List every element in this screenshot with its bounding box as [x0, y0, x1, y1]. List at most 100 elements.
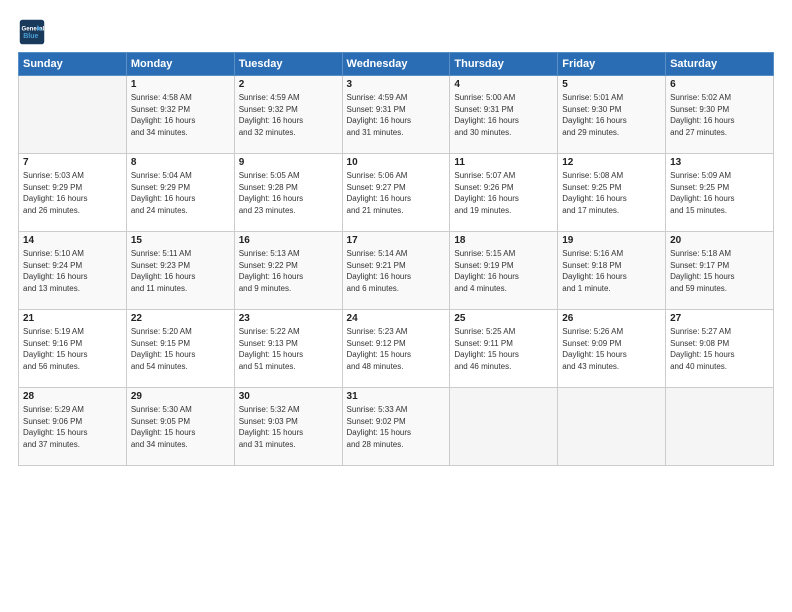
day-number: 6: [670, 79, 769, 90]
calendar-cell: [558, 388, 666, 466]
calendar-cell: 14 Sunrise: 5:10 AM Sunset: 9:24 PM Dayli…: [19, 232, 127, 310]
day-info: Sunrise: 5:07 AM Sunset: 9:26 PM Dayligh…: [454, 170, 553, 216]
calendar-cell: [19, 76, 127, 154]
header-cell-friday: Friday: [558, 53, 666, 76]
day-number: 1: [131, 79, 230, 90]
day-info: Sunrise: 5:14 AM Sunset: 9:21 PM Dayligh…: [347, 248, 446, 294]
calendar-cell: 21 Sunrise: 5:19 AM Sunset: 9:16 PM Dayli…: [19, 310, 127, 388]
calendar-cell: 13Sunrise: 5:09 AM Sunset: 9:25 PM Dayli…: [666, 154, 774, 232]
calendar-cell: 12Sunrise: 5:08 AM Sunset: 9:25 PM Dayli…: [558, 154, 666, 232]
day-info: Sunrise: 5:30 AM Sunset: 9:05 PM Dayligh…: [131, 404, 230, 450]
day-number: 3: [347, 79, 446, 90]
day-info: Sunrise: 5:18 AM Sunset: 9:17 PM Dayligh…: [670, 248, 769, 294]
day-number: 23: [239, 313, 338, 324]
calendar-cell: 7 Sunrise: 5:03 AM Sunset: 9:29 PM Daylig…: [19, 154, 127, 232]
calendar-cell: 31Sunrise: 5:33 AM Sunset: 9:02 PM Dayli…: [342, 388, 450, 466]
day-info: Sunrise: 5:11 AM Sunset: 9:23 PM Dayligh…: [131, 248, 230, 294]
calendar-cell: 24 Sunrise: 5:23 AM Sunset: 9:12 PM Dayli…: [342, 310, 450, 388]
calendar-cell: 26 Sunrise: 5:26 AM Sunset: 9:09 PM Dayli…: [558, 310, 666, 388]
day-number: 26: [562, 313, 661, 324]
day-number: 19: [562, 235, 661, 246]
day-info: Sunrise: 5:15 AM Sunset: 9:19 PM Dayligh…: [454, 248, 553, 294]
day-info: Sunrise: 5:29 AM Sunset: 9:06 PM Dayligh…: [23, 404, 122, 450]
day-number: 22: [131, 313, 230, 324]
day-info: Sunrise: 5:19 AM Sunset: 9:16 PM Dayligh…: [23, 326, 122, 372]
day-info: Sunrise: 5:04 AM Sunset: 9:29 PM Dayligh…: [131, 170, 230, 216]
calendar-cell: 19 Sunrise: 5:16 AM Sunset: 9:18 PM Dayli…: [558, 232, 666, 310]
header-cell-monday: Monday: [126, 53, 234, 76]
day-info: Sunrise: 5:06 AM Sunset: 9:27 PM Dayligh…: [347, 170, 446, 216]
calendar-cell: 18 Sunrise: 5:15 AM Sunset: 9:19 PM Dayli…: [450, 232, 558, 310]
calendar-cell: 23 Sunrise: 5:22 AM Sunset: 9:13 PM Dayli…: [234, 310, 342, 388]
header-cell-saturday: Saturday: [666, 53, 774, 76]
day-number: 2: [239, 79, 338, 90]
calendar-cell: 2Sunrise: 4:59 AM Sunset: 9:32 PM Daylig…: [234, 76, 342, 154]
day-number: 4: [454, 79, 553, 90]
day-number: 17: [347, 235, 446, 246]
day-info: Sunrise: 5:25 AM Sunset: 9:11 PM Dayligh…: [454, 326, 553, 372]
day-number: 11: [454, 157, 553, 168]
day-number: 27: [670, 313, 769, 324]
day-info: Sunrise: 5:16 AM Sunset: 9:18 PM Dayligh…: [562, 248, 661, 294]
day-number: 7: [23, 157, 122, 168]
day-number: 15: [131, 235, 230, 246]
calendar-cell: 8 Sunrise: 5:04 AM Sunset: 9:29 PM Daylig…: [126, 154, 234, 232]
day-number: 21: [23, 313, 122, 324]
header-cell-wednesday: Wednesday: [342, 53, 450, 76]
header: General Blue: [18, 18, 774, 46]
calendar-cell: 25Sunrise: 5:25 AM Sunset: 9:11 PM Dayli…: [450, 310, 558, 388]
calendar-cell: 1 Sunrise: 4:58 AM Sunset: 9:32 PM Daylig…: [126, 76, 234, 154]
day-info: Sunrise: 4:58 AM Sunset: 9:32 PM Dayligh…: [131, 92, 230, 138]
day-number: 20: [670, 235, 769, 246]
day-number: 14: [23, 235, 122, 246]
calendar-cell: 29Sunrise: 5:30 AM Sunset: 9:05 PM Dayli…: [126, 388, 234, 466]
day-info: Sunrise: 5:10 AM Sunset: 9:24 PM Dayligh…: [23, 248, 122, 294]
day-info: Sunrise: 5:20 AM Sunset: 9:15 PM Dayligh…: [131, 326, 230, 372]
calendar-cell: 4 Sunrise: 5:00 AM Sunset: 9:31 PM Daylig…: [450, 76, 558, 154]
calendar-cell: 17 Sunrise: 5:14 AM Sunset: 9:21 PM Dayli…: [342, 232, 450, 310]
header-cell-thursday: Thursday: [450, 53, 558, 76]
day-info: Sunrise: 5:22 AM Sunset: 9:13 PM Dayligh…: [239, 326, 338, 372]
logo: General Blue: [18, 18, 48, 46]
header-cell-sunday: Sunday: [19, 53, 127, 76]
day-number: 13: [670, 157, 769, 168]
calendar-cell: 10 Sunrise: 5:06 AM Sunset: 9:27 PM Dayli…: [342, 154, 450, 232]
calendar-table: SundayMondayTuesdayWednesdayThursdayFrid…: [18, 52, 774, 466]
day-info: Sunrise: 5:02 AM Sunset: 9:30 PM Dayligh…: [670, 92, 769, 138]
calendar-cell: 30 Sunrise: 5:32 AM Sunset: 9:03 PM Dayli…: [234, 388, 342, 466]
day-number: 9: [239, 157, 338, 168]
calendar-cell: 27Sunrise: 5:27 AM Sunset: 9:08 PM Dayli…: [666, 310, 774, 388]
calendar-cell: 5Sunrise: 5:01 AM Sunset: 9:30 PM Daylig…: [558, 76, 666, 154]
page-container: General Blue SundayMondayTuesdayWednesda…: [0, 0, 792, 476]
day-info: Sunrise: 5:00 AM Sunset: 9:31 PM Dayligh…: [454, 92, 553, 138]
calendar-cell: 6 Sunrise: 5:02 AM Sunset: 9:30 PM Daylig…: [666, 76, 774, 154]
calendar-cell: 28 Sunrise: 5:29 AM Sunset: 9:06 PM Dayli…: [19, 388, 127, 466]
day-number: 18: [454, 235, 553, 246]
day-info: Sunrise: 5:33 AM Sunset: 9:02 PM Dayligh…: [347, 404, 446, 450]
week-row-3: 14 Sunrise: 5:10 AM Sunset: 9:24 PM Dayli…: [19, 232, 774, 310]
calendar-cell: [666, 388, 774, 466]
calendar-cell: 20 Sunrise: 5:18 AM Sunset: 9:17 PM Dayli…: [666, 232, 774, 310]
week-row-2: 7 Sunrise: 5:03 AM Sunset: 9:29 PM Daylig…: [19, 154, 774, 232]
day-info: Sunrise: 5:03 AM Sunset: 9:29 PM Dayligh…: [23, 170, 122, 216]
day-number: 24: [347, 313, 446, 324]
day-number: 10: [347, 157, 446, 168]
calendar-cell: 15 Sunrise: 5:11 AM Sunset: 9:23 PM Dayli…: [126, 232, 234, 310]
day-info: Sunrise: 5:26 AM Sunset: 9:09 PM Dayligh…: [562, 326, 661, 372]
day-info: Sunrise: 5:13 AM Sunset: 9:22 PM Dayligh…: [239, 248, 338, 294]
calendar-cell: 22 Sunrise: 5:20 AM Sunset: 9:15 PM Dayli…: [126, 310, 234, 388]
week-row-1: 1 Sunrise: 4:58 AM Sunset: 9:32 PM Daylig…: [19, 76, 774, 154]
day-number: 8: [131, 157, 230, 168]
day-number: 16: [239, 235, 338, 246]
day-number: 28: [23, 391, 122, 402]
day-number: 30: [239, 391, 338, 402]
day-info: Sunrise: 4:59 AM Sunset: 9:31 PM Dayligh…: [347, 92, 446, 138]
day-info: Sunrise: 5:23 AM Sunset: 9:12 PM Dayligh…: [347, 326, 446, 372]
calendar-cell: 3 Sunrise: 4:59 AM Sunset: 9:31 PM Daylig…: [342, 76, 450, 154]
calendar-cell: [450, 388, 558, 466]
day-info: Sunrise: 5:08 AM Sunset: 9:25 PM Dayligh…: [562, 170, 661, 216]
calendar-cell: 16 Sunrise: 5:13 AM Sunset: 9:22 PM Dayli…: [234, 232, 342, 310]
day-info: Sunrise: 5:32 AM Sunset: 9:03 PM Dayligh…: [239, 404, 338, 450]
calendar-cell: 11 Sunrise: 5:07 AM Sunset: 9:26 PM Dayli…: [450, 154, 558, 232]
day-info: Sunrise: 5:05 AM Sunset: 9:28 PM Dayligh…: [239, 170, 338, 216]
